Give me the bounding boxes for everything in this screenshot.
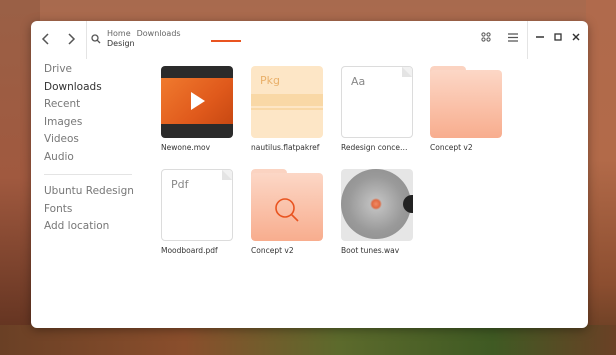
breadcrumb-current[interactable]: Design <box>107 39 135 49</box>
chevron-right-icon <box>68 33 76 45</box>
wallpaper-bottom <box>0 325 616 355</box>
file-item-video[interactable]: Newone.mov <box>161 66 235 152</box>
sidebar: Drive Downloads Recent Images Videos Aud… <box>44 61 134 236</box>
back-button[interactable] <box>35 28 57 50</box>
sidebar-item-images[interactable]: Images <box>44 114 134 132</box>
sidebar-item-videos[interactable]: Videos <box>44 131 134 149</box>
breadcrumb: Home Downloads <box>107 29 187 39</box>
file-name: Moodboard.pdf <box>161 246 218 255</box>
search-icon <box>275 198 299 222</box>
sidebar-divider <box>44 174 132 175</box>
breadcrumb-item-home[interactable]: Home <box>107 29 131 38</box>
header-divider <box>86 21 87 59</box>
file-name: Concept v2 <box>430 143 473 152</box>
hamburger-icon <box>508 32 518 42</box>
video-thumbnail <box>161 66 233 138</box>
header-divider-right <box>527 21 528 59</box>
search-icon <box>91 34 101 44</box>
close-button[interactable] <box>566 27 586 47</box>
menu-button[interactable] <box>503 27 523 47</box>
folder-icon <box>251 169 323 241</box>
file-name: Newone.mov <box>161 143 211 152</box>
file-item-pdf[interactable]: Pdf Moodboard.pdf <box>161 169 235 255</box>
maximize-icon <box>554 33 562 41</box>
audio-thumbnail <box>341 169 413 241</box>
sidebar-item-drive[interactable]: Drive <box>44 61 134 79</box>
folder-icon <box>430 66 502 138</box>
sidebar-item-downloads[interactable]: Downloads <box>44 79 134 97</box>
file-item-font[interactable]: Aa Redesign conce… <box>341 66 415 152</box>
search-button[interactable] <box>91 29 103 44</box>
forward-button[interactable] <box>60 28 82 50</box>
package-thumbnail: Pkg <box>251 66 323 138</box>
maximize-button[interactable] <box>548 27 568 47</box>
file-item-audio[interactable]: Boot tunes.wav <box>341 169 415 255</box>
sidebar-item-ubuntu-redesign[interactable]: Ubuntu Redesign <box>44 183 134 201</box>
header-bar: Home Downloads Design <box>31 21 588 59</box>
file-name: Redesign conce… <box>341 143 408 152</box>
view-grid-button[interactable] <box>476 27 496 47</box>
sidebar-item-fonts[interactable]: Fonts <box>44 201 134 219</box>
wallpaper-right <box>586 0 616 355</box>
file-item-folder[interactable]: Concept v2 <box>430 66 504 152</box>
file-item-package[interactable]: Pkg nautilus.flatpakref <box>251 66 325 152</box>
vinyl-disc-icon <box>341 169 411 239</box>
sidebar-item-add-location[interactable]: Add location <box>44 218 134 236</box>
pdf-thumbnail: Pdf <box>161 169 233 241</box>
file-name: Boot tunes.wav <box>341 246 400 255</box>
package-badge: Pkg <box>260 74 280 87</box>
pdf-badge: Pdf <box>171 178 189 191</box>
minimize-icon <box>536 36 544 38</box>
font-badge: Aa <box>351 75 366 88</box>
close-icon <box>572 33 580 41</box>
font-thumbnail: Aa <box>341 66 413 138</box>
grid-icon <box>481 32 491 42</box>
sidebar-item-recent[interactable]: Recent <box>44 96 134 114</box>
sidebar-item-audio[interactable]: Audio <box>44 149 134 167</box>
chevron-left-icon <box>41 33 49 45</box>
breadcrumb-item-downloads[interactable]: Downloads <box>137 29 181 38</box>
file-name: nautilus.flatpakref <box>251 143 320 152</box>
file-manager-window: Home Downloads Design Drive Downloads Rec… <box>31 21 588 328</box>
file-item-folder-search[interactable]: Concept v2 <box>251 169 325 255</box>
play-icon <box>191 92 205 110</box>
file-name: Concept v2 <box>251 246 294 255</box>
minimize-button[interactable] <box>530 27 550 47</box>
